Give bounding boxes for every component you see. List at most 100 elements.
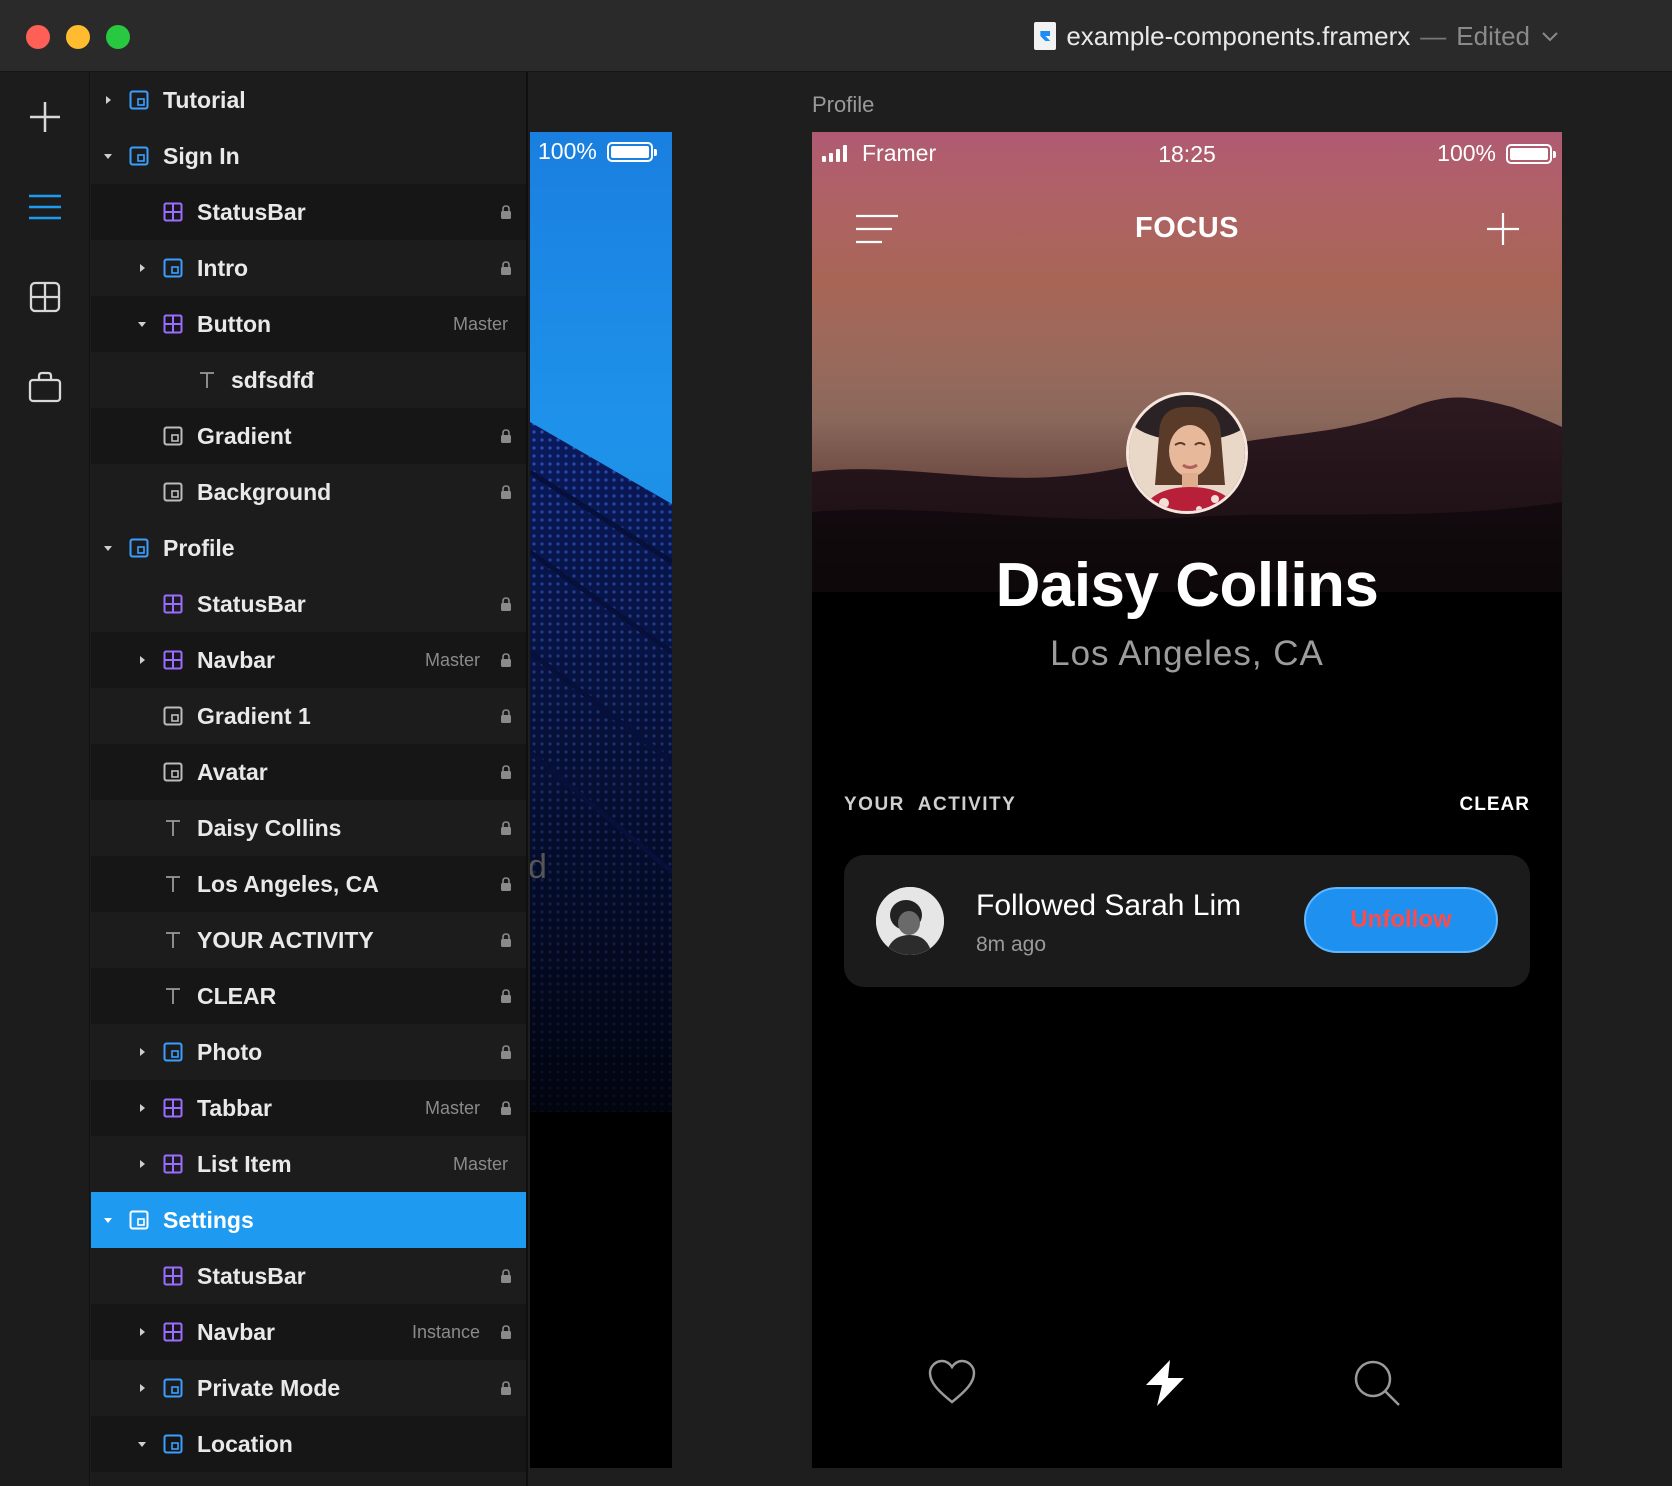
layer-name: YOUR ACTIVITY: [197, 927, 374, 953]
close-window-button[interactable]: [26, 25, 50, 49]
lock-icon[interactable]: [500, 820, 512, 836]
profile-name: Daisy Collins: [995, 551, 1379, 620]
plus-icon[interactable]: [1486, 212, 1520, 246]
battery-icon: [1506, 143, 1556, 164]
components-tab-button[interactable]: [22, 276, 68, 322]
layer-name: Settings: [163, 1207, 254, 1233]
caret-right-icon[interactable]: [103, 95, 113, 105]
document-title[interactable]: example-components.framerx — Edited: [1034, 18, 1558, 54]
insert-button[interactable]: [22, 96, 68, 142]
lock-icon[interactable]: [500, 764, 512, 780]
layer-row-daisy-collins[interactable]: Daisy Collins: [91, 800, 526, 856]
canvas[interactable]: 100% d Profile Framer 18:25 100% FOCUS D…: [530, 72, 1672, 1486]
lock-icon[interactable]: [500, 1100, 512, 1116]
caret-down-icon[interactable]: [137, 1439, 147, 1449]
layer-row-background[interactable]: Background: [91, 464, 526, 520]
frame-title[interactable]: Profile: [812, 92, 874, 118]
layer-row-settings[interactable]: Settings: [91, 1192, 526, 1248]
frame-icon: [163, 258, 183, 278]
lock-icon[interactable]: [500, 260, 512, 276]
layers-tab-button[interactable]: [22, 186, 68, 232]
layer-row-navbar[interactable]: Navbar Instance: [91, 1304, 526, 1360]
layer-tag: Instance: [411, 1322, 480, 1342]
clear-button[interactable]: CLEAR: [1460, 794, 1530, 816]
bolt-icon[interactable]: [1140, 1358, 1190, 1408]
maximize-window-button[interactable]: [106, 25, 130, 49]
caret-down-icon[interactable]: [137, 319, 147, 329]
caret-right-icon[interactable]: [137, 1159, 147, 1169]
caret-right-icon[interactable]: [137, 1047, 147, 1057]
layer-row-location[interactable]: Location: [91, 1416, 526, 1472]
heart-icon[interactable]: [927, 1358, 977, 1408]
caret-down-icon[interactable]: [103, 1215, 113, 1225]
lock-icon[interactable]: [500, 652, 512, 668]
clipped-text: d: [530, 848, 547, 886]
lock-icon[interactable]: [500, 708, 512, 724]
layer-name: Navbar: [197, 1319, 275, 1345]
frame-icon: [129, 538, 149, 558]
layer-row-tutorial[interactable]: Tutorial: [91, 72, 526, 128]
document-status: Edited: [1456, 20, 1530, 51]
unfollow-button[interactable]: Unfollow: [1304, 887, 1498, 953]
sign-in-frame-preview[interactable]: 100% d: [530, 132, 672, 1468]
lock-icon[interactable]: [500, 428, 512, 444]
layer-row-avatar[interactable]: Avatar: [91, 744, 526, 800]
layer-row-sign-in[interactable]: Sign In: [91, 128, 526, 184]
lock-icon[interactable]: [500, 932, 512, 948]
lock-icon[interactable]: [500, 596, 512, 612]
layer-row-los-angeles-ca[interactable]: Los Angeles, CA: [91, 856, 526, 912]
layer-row-intro[interactable]: Intro: [91, 240, 526, 296]
component-icon: [163, 1154, 183, 1174]
component-icon: [163, 650, 183, 670]
layer-row-clear[interactable]: CLEAR: [91, 968, 526, 1024]
lock-icon[interactable]: [500, 988, 512, 1004]
layer-name: StatusBar: [197, 1263, 306, 1289]
component-icon: [163, 1322, 183, 1342]
layer-row-navbar[interactable]: Navbar Master: [91, 632, 526, 688]
layer-row-photo[interactable]: Photo: [91, 1024, 526, 1080]
layer-row-sdfsdf-[interactable]: sdfsdfđ: [91, 352, 526, 408]
lock-icon[interactable]: [500, 876, 512, 892]
caret-down-icon[interactable]: [103, 543, 113, 553]
layer-name: Daisy Collins: [197, 815, 342, 841]
layer-name: Los Angeles, CA: [197, 871, 379, 897]
layer-row-gradient[interactable]: Gradient: [91, 408, 526, 464]
list-item[interactable]: Followed Sarah Lim 8m ago Unfollow: [844, 855, 1530, 987]
store-tab-button[interactable]: [22, 366, 68, 412]
layer-name: Gradient: [197, 423, 292, 449]
caret-down-icon[interactable]: [103, 151, 113, 161]
caret-right-icon[interactable]: [137, 655, 147, 665]
lock-icon[interactable]: [500, 484, 512, 500]
layer-row-statusbar[interactable]: StatusBar: [91, 1248, 526, 1304]
layer-row-your-activity[interactable]: YOUR ACTIVITY: [91, 912, 526, 968]
layer-row-list-item[interactable]: List Item Master: [91, 1136, 526, 1192]
components-icon: [29, 281, 61, 318]
search-icon[interactable]: [1352, 1358, 1402, 1408]
minimize-window-button[interactable]: [66, 25, 90, 49]
lock-icon[interactable]: [500, 204, 512, 220]
layer-row-gradient-1[interactable]: Gradient 1: [91, 688, 526, 744]
activity-time: 8m ago: [976, 933, 1047, 956]
layer-row-tabbar[interactable]: Tabbar Master: [91, 1080, 526, 1136]
caret-right-icon[interactable]: [137, 263, 147, 273]
caret-right-icon[interactable]: [137, 1327, 147, 1337]
lock-icon[interactable]: [500, 1324, 512, 1340]
layer-row-statusbar[interactable]: StatusBar: [91, 576, 526, 632]
caret-right-icon[interactable]: [137, 1383, 147, 1393]
layer-name: CLEAR: [197, 983, 277, 1009]
caret-right-icon[interactable]: [137, 1103, 147, 1113]
layer-row-private-mode[interactable]: Private Mode: [91, 1360, 526, 1416]
layer-name: Profile: [163, 535, 235, 561]
layer-name: Tabbar: [197, 1095, 272, 1121]
battery-icon: [606, 141, 657, 162]
lock-icon[interactable]: [500, 1044, 512, 1060]
store-icon: [28, 371, 62, 408]
layer-row-button[interactable]: Button Master: [91, 296, 526, 352]
layer-row-profile[interactable]: Profile: [91, 520, 526, 576]
lock-icon[interactable]: [500, 1380, 512, 1396]
lock-icon[interactable]: [500, 1268, 512, 1284]
layer-name: Background: [197, 479, 332, 505]
profile-frame[interactable]: Framer 18:25 100% FOCUS Daisy Collins Lo…: [812, 132, 1562, 1468]
chevron-down-icon[interactable]: [1542, 25, 1558, 48]
layer-row-statusbar[interactable]: StatusBar: [91, 184, 526, 240]
